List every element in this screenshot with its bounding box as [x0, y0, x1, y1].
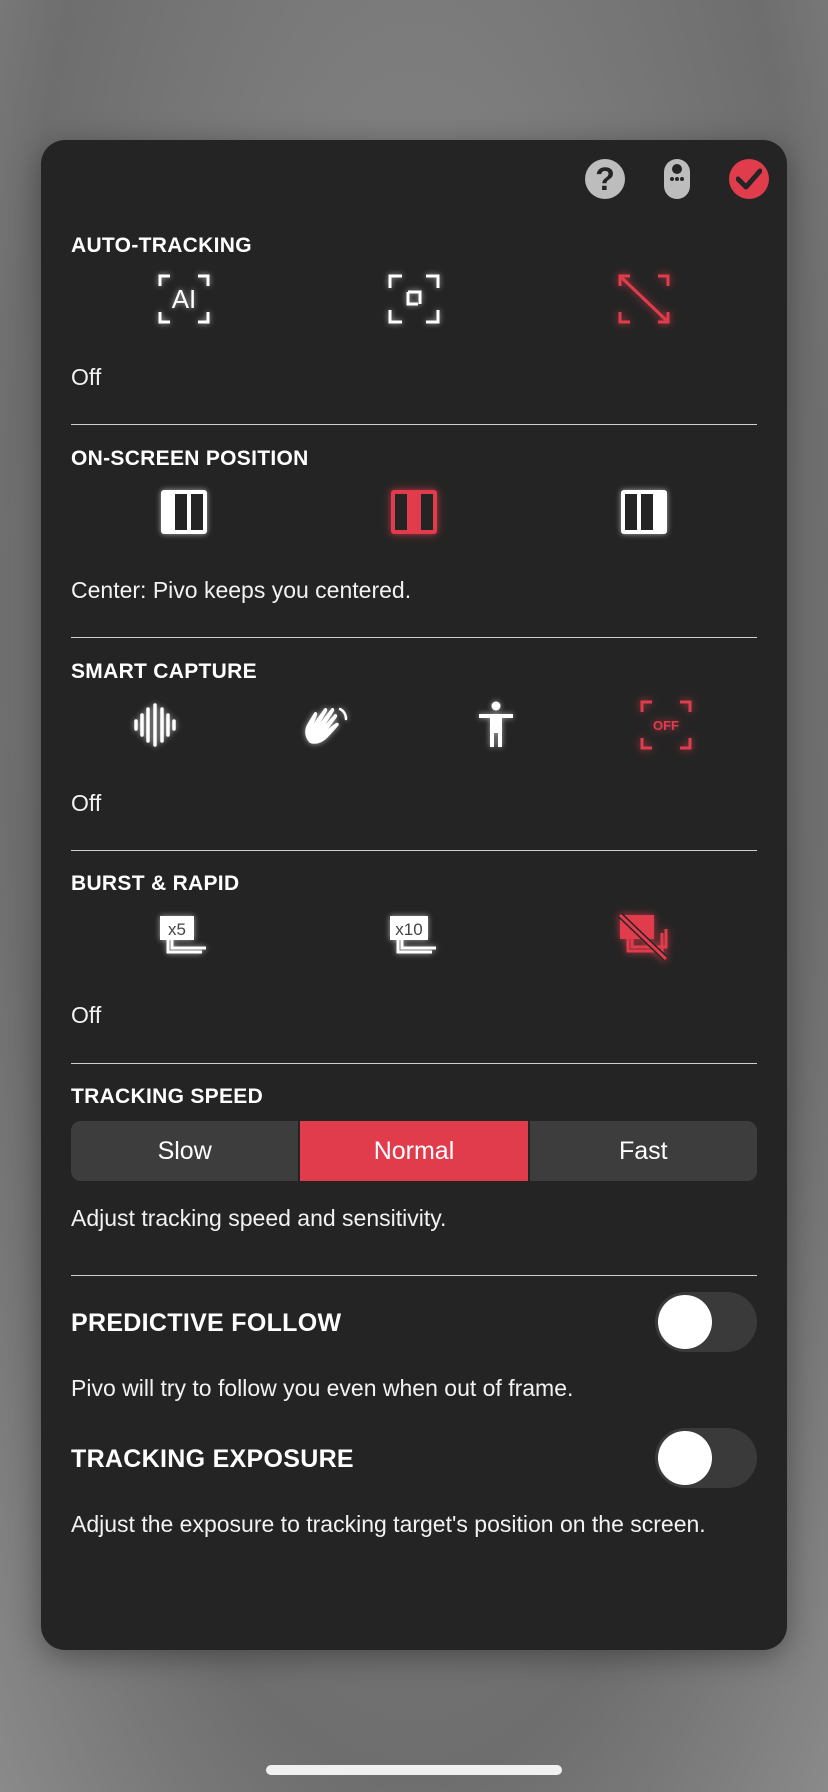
tracking-exposure-toggle[interactable] [655, 1428, 757, 1488]
capture-off-label: OFF [653, 718, 679, 733]
checkmark-circle-icon[interactable] [729, 159, 769, 199]
predictive-follow-title: PREDICTIVE FOLLOW [71, 1309, 342, 1337]
burst-rapid-title: BURST & RAPID [71, 872, 240, 895]
auto-tracking-section: AUTO-TRACKING AI Off [71, 234, 757, 394]
home-indicator[interactable] [266, 1765, 562, 1775]
tracking-exposure-description: Adjust the exposure to tracking target's… [71, 1511, 706, 1537]
smart-capture-status: Off [71, 790, 102, 816]
position-left-icon[interactable] [154, 482, 214, 542]
on-screen-position-title: ON-SCREEN POSITION [71, 447, 309, 470]
auto-tracking-status: Off [71, 364, 102, 390]
hand-wave-icon[interactable] [295, 695, 355, 755]
on-screen-position-status: Center: Pivo keeps you centered. [71, 577, 412, 603]
ai-frame-icon[interactable]: AI [154, 269, 214, 329]
body-pose-icon[interactable] [466, 695, 526, 755]
predictive-follow-section: PREDICTIVE FOLLOW Pivo will try to follo… [71, 1292, 757, 1422]
tracking-speed-title: TRACKING SPEED [71, 1085, 264, 1108]
burst-rapid-status: Off [71, 1002, 102, 1028]
burst-x5-label: x5 [168, 920, 186, 939]
focus-frame-icon[interactable] [384, 269, 444, 329]
burst-x10-label: x10 [395, 920, 422, 939]
predictive-follow-description: Pivo will try to follow you even when ou… [71, 1375, 574, 1401]
divider [71, 850, 757, 851]
divider [71, 637, 757, 638]
smart-capture-section: SMART CAPTURE OFF Off [71, 660, 757, 820]
predictive-follow-toggle[interactable] [655, 1292, 757, 1352]
help-glyph: ? [595, 160, 615, 197]
toggle-knob [658, 1295, 712, 1349]
tracking-speed-section: TRACKING SPEED Slow Normal Fast Adjust t… [71, 1085, 757, 1245]
frame-off-icon[interactable] [614, 269, 674, 329]
burst-x5-icon[interactable]: x5 [154, 907, 214, 967]
auto-tracking-title: AUTO-TRACKING [71, 234, 252, 257]
on-screen-position-section: ON-SCREEN POSITION Center: Pivo keeps yo… [71, 447, 757, 607]
divider [71, 424, 757, 425]
toggle-knob [658, 1431, 712, 1485]
capture-off-icon[interactable]: OFF [636, 695, 696, 755]
speed-slow-button[interactable]: Slow [71, 1121, 299, 1181]
divider [71, 1275, 757, 1276]
tracking-speed-segmented-control: Slow Normal Fast [71, 1121, 757, 1181]
divider [71, 1063, 757, 1064]
position-right-icon[interactable] [614, 482, 674, 542]
tracking-exposure-title: TRACKING EXPOSURE [71, 1445, 354, 1473]
voice-waveform-icon[interactable] [125, 695, 185, 755]
burst-off-icon[interactable] [614, 907, 674, 967]
remote-control-icon[interactable] [663, 158, 691, 200]
speed-fast-button[interactable]: Fast [527, 1121, 757, 1181]
smart-capture-title: SMART CAPTURE [71, 660, 257, 683]
question-circle-icon[interactable]: ? [585, 159, 625, 199]
speed-normal-button[interactable]: Normal [298, 1121, 528, 1181]
tracking-exposure-section: TRACKING EXPOSURE Adjust the exposure to… [71, 1428, 757, 1558]
burst-x10-icon[interactable]: x10 [384, 907, 444, 967]
tracking-speed-status: Adjust tracking speed and sensitivity. [71, 1205, 447, 1231]
burst-rapid-section: BURST & RAPID x5 x10 Off [71, 872, 757, 1032]
header-actions: ? [585, 158, 769, 200]
ai-label: AI [172, 284, 197, 314]
position-center-icon[interactable] [384, 482, 444, 542]
tracking-settings-panel: ? AUTO-TRACKING AI Off ON-SCREEN POSITIO… [41, 140, 787, 1650]
